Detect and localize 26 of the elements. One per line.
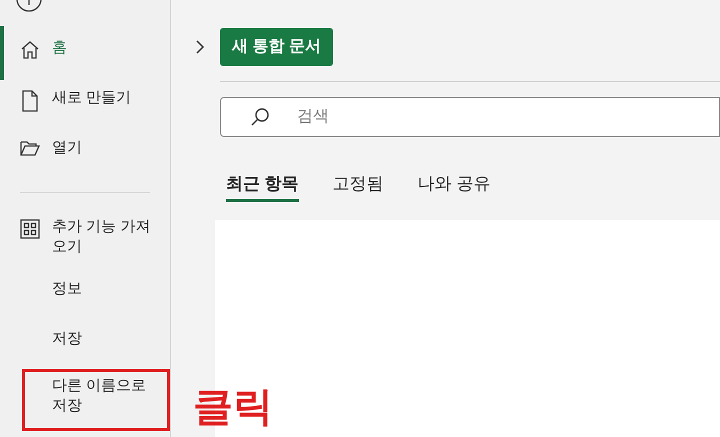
home-icon <box>20 40 40 60</box>
item-label: 추가 기능 가져오기 <box>52 217 152 257</box>
search-icon <box>250 107 270 127</box>
item-label: 새로 만들기 <box>52 88 132 108</box>
sidebar-item[interactable]: 정보 <box>0 269 170 319</box>
sidebar-item[interactable]: 홈 <box>0 28 170 78</box>
item-label: 홈 <box>52 38 67 58</box>
folder-icon <box>20 140 40 156</box>
chevron-icon[interactable] <box>195 40 205 54</box>
tab[interactable]: 고정됨 <box>332 171 384 202</box>
grid-icon <box>20 219 40 239</box>
item-label: 다른 이름으로 저장 <box>52 376 148 416</box>
document-icon <box>21 90 39 112</box>
sidebar-item[interactable]: 열기 <box>0 128 170 178</box>
sidebar-item[interactable]: 새로 만들기 <box>0 78 170 128</box>
item-label: 정보 <box>51 279 82 299</box>
tab[interactable]: 나와 공유 <box>418 171 490 202</box>
sidebar-item[interactable]: 추가 기능 가져오기 <box>0 207 170 269</box>
annotation-label: 클릭 <box>193 384 273 431</box>
item-label: 열기 <box>52 138 82 158</box>
new-workbook-button[interactable]: 새 통합 문서 <box>220 28 333 66</box>
sidebar-item[interactable]: 다른 이름으로 저장 <box>22 369 170 431</box>
sidebar-item[interactable]: 저장 <box>0 319 170 369</box>
tab[interactable]: 최근 항목 <box>226 171 299 202</box>
item-label: 저장 <box>51 329 82 349</box>
search-field[interactable]: 검색 <box>220 97 720 137</box>
